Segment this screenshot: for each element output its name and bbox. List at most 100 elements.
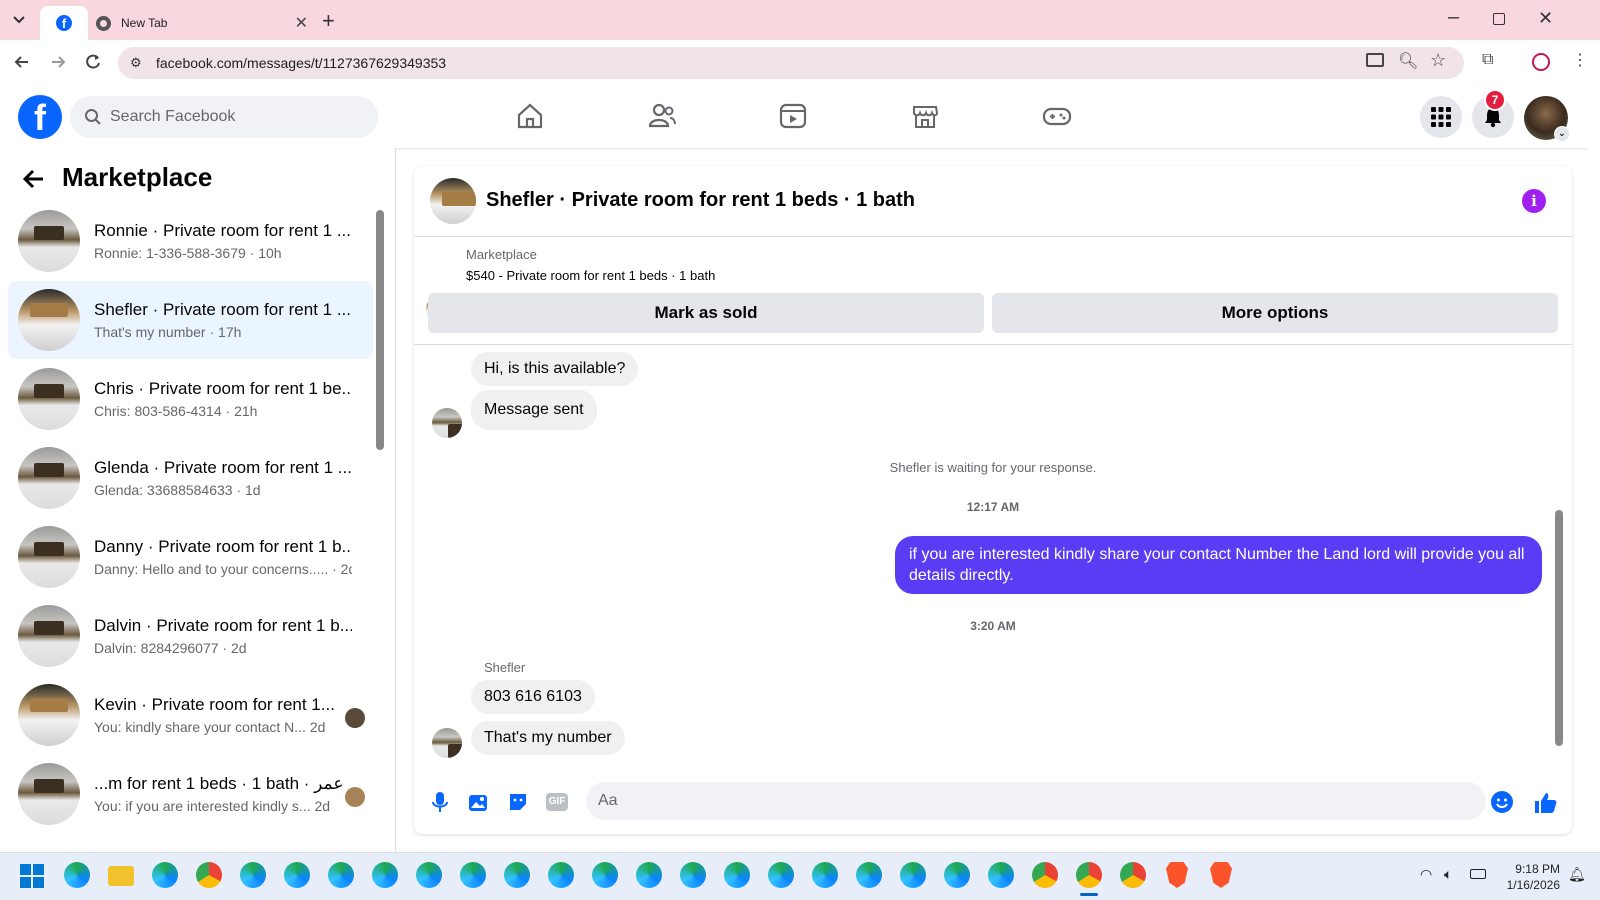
conversation-name: Danny · Private room for rent 1 b... bbox=[94, 537, 352, 556]
edge-icon[interactable] bbox=[636, 862, 662, 888]
sidebar-scrollbar[interactable] bbox=[376, 210, 384, 450]
conversation-item[interactable]: Glenda · Private room for rent 1 ... Glen… bbox=[8, 439, 373, 517]
battery-icon[interactable] bbox=[1470, 869, 1486, 879]
chat-scrollbar[interactable] bbox=[1555, 510, 1563, 746]
conversation-item[interactable]: Ronnie · Private room for rent 1 ... Ronn… bbox=[8, 202, 373, 280]
back-arrow-icon[interactable] bbox=[22, 168, 46, 190]
microphone-icon[interactable] bbox=[428, 790, 452, 814]
tab-list-chevron-icon[interactable] bbox=[10, 12, 28, 28]
chat-title[interactable]: Shefler · Private room for rent 1 beds ·… bbox=[486, 189, 915, 212]
address-bar[interactable]: ⚙ facebook.com/messages/t/11273676293493… bbox=[118, 47, 1464, 79]
edge-icon[interactable] bbox=[944, 862, 970, 888]
browser-menu-icon[interactable]: ⋮ bbox=[1572, 50, 1588, 70]
listing-thumbnail bbox=[18, 684, 80, 746]
tab-new-tab[interactable]: New Tab ✕ bbox=[84, 6, 320, 40]
incoming-message: That's my number bbox=[471, 721, 625, 755]
conversation-item[interactable]: ...m for rent 1 beds · 1 bath · عمر You: … bbox=[8, 755, 373, 833]
marketplace-icon[interactable] bbox=[910, 101, 940, 131]
conversation-name: Glenda · Private room for rent 1 ... bbox=[94, 458, 352, 477]
photo-icon[interactable] bbox=[466, 790, 490, 814]
edge-icon[interactable] bbox=[372, 862, 398, 888]
edge-icon[interactable] bbox=[548, 862, 574, 888]
page-scrollbar[interactable] bbox=[1588, 86, 1600, 850]
edge-icon[interactable] bbox=[64, 862, 90, 888]
friends-icon[interactable] bbox=[647, 101, 677, 131]
search-input[interactable]: Search Facebook bbox=[70, 96, 378, 138]
site-settings-icon[interactable]: ⚙ bbox=[130, 55, 142, 71]
close-tab-icon[interactable]: ✕ bbox=[295, 13, 308, 33]
install-app-icon[interactable] bbox=[1366, 53, 1384, 67]
listing-text[interactable]: $540 - Private room for rent 1 beds · 1 … bbox=[466, 268, 715, 283]
extensions-icon[interactable]: ⧉ bbox=[1482, 51, 1493, 69]
outgoing-message: if you are interested kindly share your … bbox=[895, 536, 1542, 594]
edge-icon[interactable] bbox=[768, 862, 794, 888]
conversation-item[interactable]: Chris · Private room for rent 1 be... Chr… bbox=[8, 360, 373, 438]
sticker-icon[interactable] bbox=[506, 790, 530, 814]
timestamp: 12:17 AM bbox=[966, 500, 1020, 514]
system-clock[interactable]: 9:18 PM 1/16/2026 bbox=[1500, 861, 1560, 893]
emoji-icon[interactable] bbox=[1490, 790, 1514, 814]
windows-start-icon[interactable] bbox=[20, 864, 44, 888]
back-icon[interactable] bbox=[12, 53, 32, 71]
edge-icon[interactable] bbox=[988, 862, 1014, 888]
restore-button[interactable] bbox=[1493, 13, 1505, 25]
profile-icon[interactable] bbox=[1532, 53, 1550, 71]
reload-icon[interactable] bbox=[84, 53, 102, 71]
conversation-item[interactable]: Danny · Private room for rent 1 b... Dann… bbox=[8, 518, 373, 596]
file-explorer-icon[interactable] bbox=[108, 866, 134, 886]
edge-icon[interactable] bbox=[812, 862, 838, 888]
message-placeholder: Aa bbox=[598, 792, 618, 809]
chrome-icon[interactable] bbox=[196, 862, 222, 888]
conversation-preview: You: kindly share your contact N... 2d bbox=[94, 719, 326, 735]
more-options-button[interactable]: More options bbox=[992, 293, 1558, 333]
edge-icon[interactable] bbox=[460, 862, 486, 888]
menu-grid-button[interactable] bbox=[1420, 96, 1462, 138]
edge-icon[interactable] bbox=[680, 862, 706, 888]
gif-icon[interactable]: GIF bbox=[546, 790, 570, 814]
edge-icon[interactable] bbox=[724, 862, 750, 888]
edge-icon[interactable] bbox=[152, 862, 178, 888]
sender-avatar bbox=[432, 408, 462, 438]
edge-icon[interactable] bbox=[504, 862, 530, 888]
gaming-icon[interactable] bbox=[1042, 101, 1072, 131]
tab-facebook[interactable]: f bbox=[40, 6, 88, 40]
notification-bell-icon[interactable]: 🔔︎ bbox=[1568, 866, 1586, 883]
edge-icon[interactable] bbox=[284, 862, 310, 888]
listing-thumbnail bbox=[18, 526, 80, 588]
zoom-icon[interactable]: 🔍︎ bbox=[1398, 51, 1418, 71]
chrome-icon[interactable] bbox=[1076, 862, 1102, 888]
edge-icon[interactable] bbox=[240, 862, 266, 888]
like-icon[interactable] bbox=[1532, 790, 1557, 814]
conversation-item-active[interactable]: Shefler · Private room for rent 1 ... Tha… bbox=[8, 281, 373, 359]
conversation-item[interactable]: Dalvin · Private room for rent 1 b... Dal… bbox=[8, 597, 373, 675]
account-chevron-icon[interactable]: ⌄ bbox=[1554, 126, 1570, 142]
edge-icon[interactable] bbox=[416, 862, 442, 888]
conversation-preview: You: if you are interested kindly s... 2… bbox=[94, 798, 331, 814]
search-placeholder: Search Facebook bbox=[110, 108, 236, 125]
info-icon[interactable]: i bbox=[1522, 189, 1546, 213]
chrome-icon[interactable] bbox=[1032, 862, 1058, 888]
edge-icon[interactable] bbox=[328, 862, 354, 888]
mark-as-sold-button[interactable]: Mark as sold bbox=[428, 293, 984, 333]
chrome-icon[interactable] bbox=[1120, 862, 1146, 888]
wifi-icon[interactable]: ◠ bbox=[1420, 866, 1432, 883]
bookmark-star-icon[interactable]: ☆ bbox=[1430, 50, 1446, 71]
close-window-button[interactable]: ✕ bbox=[1538, 8, 1553, 29]
video-icon[interactable] bbox=[778, 101, 808, 131]
listing-thumbnail bbox=[18, 447, 80, 509]
edge-icon[interactable] bbox=[900, 862, 926, 888]
edge-icon[interactable] bbox=[592, 862, 618, 888]
facebook-logo[interactable]: f bbox=[18, 95, 62, 139]
minimize-button[interactable]: – bbox=[1448, 6, 1459, 29]
chat-avatar[interactable] bbox=[430, 178, 476, 224]
home-icon[interactable] bbox=[515, 101, 545, 131]
conversation-item[interactable]: Kevin · Private room for rent 1... You: k… bbox=[8, 676, 373, 754]
message-input[interactable]: Aa bbox=[586, 782, 1486, 820]
volume-icon[interactable]: 🔈︎ bbox=[1444, 866, 1452, 883]
conversation-name: Kevin · Private room for rent 1... bbox=[94, 695, 335, 714]
listing-label: Marketplace bbox=[466, 247, 537, 262]
edge-icon[interactable] bbox=[856, 862, 882, 888]
forward-icon[interactable] bbox=[48, 53, 68, 71]
new-tab-button[interactable]: + bbox=[322, 8, 335, 34]
sender-name: Shefler bbox=[484, 660, 526, 675]
